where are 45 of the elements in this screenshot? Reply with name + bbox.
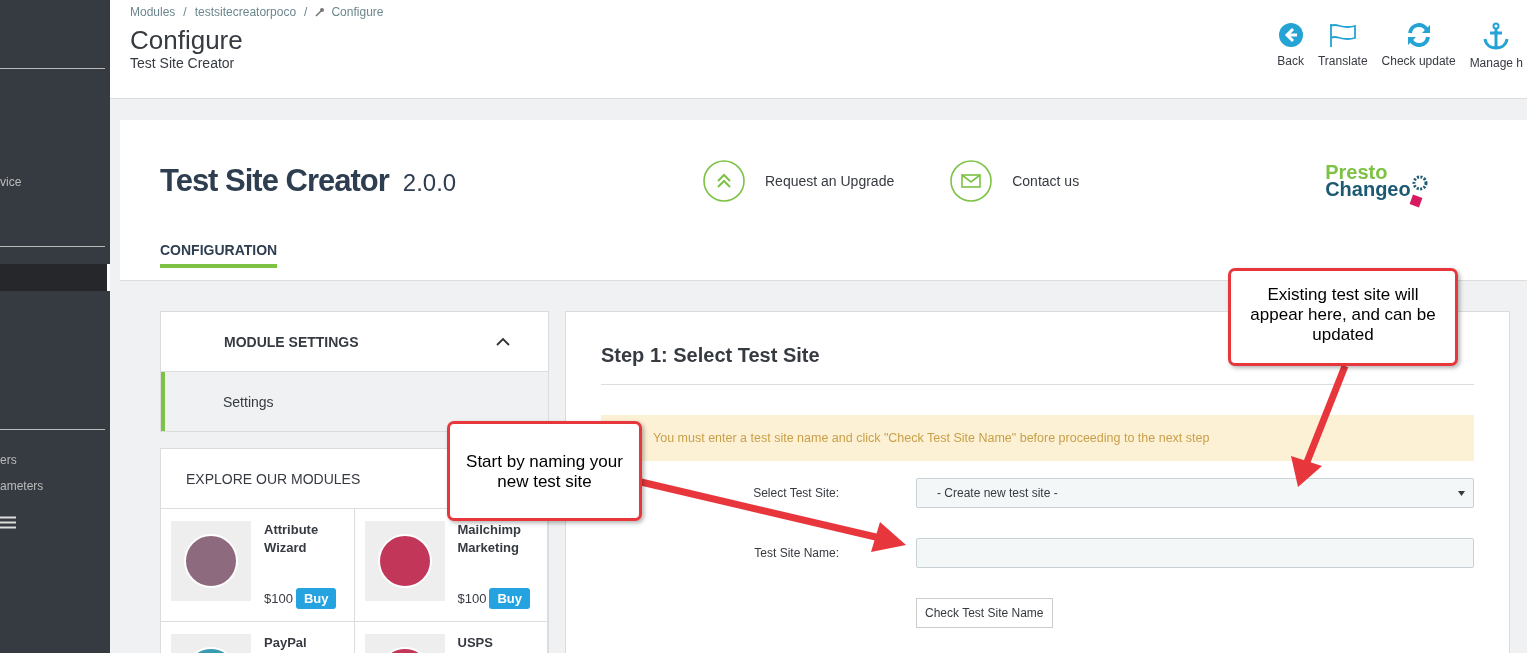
input-field[interactable] [916,538,1474,568]
logo-text: Changeo [1325,181,1411,198]
breadcrumb-separator: / [183,5,187,19]
header-link[interactable]: Request an Upgrade [703,160,895,202]
breadcrumb-link[interactable]: testsitecreatorpoco [194,5,297,19]
module-title: USPS [457,634,494,652]
wrench-icon [315,7,326,17]
sidebar-item[interactable] [0,264,110,291]
check-button[interactable]: Check Test Site Name [916,598,1053,628]
module-title: PayPal [264,634,308,652]
toolbar-button[interactable]: Translate [1314,22,1372,98]
anchor-icon [1482,22,1511,50]
field-label: Select Test Site: [753,486,839,500]
toolbar-button[interactable]: Back [1273,22,1308,98]
chevrons-up-icon [703,160,745,202]
select-field[interactable]: - Create new test site - [916,478,1474,508]
logo-text: Presto [1325,164,1388,181]
price: $100 [457,591,487,606]
toolbar-button[interactable]: Check update [1377,22,1460,98]
page-subtitle: Test Site Creator [130,55,236,71]
breadcrumb-link[interactable]: Configure [331,5,384,19]
price: $100 [264,591,293,606]
module-title: Attribute Wizard [264,521,320,557]
sidebar-item[interactable]: ameters [0,478,110,494]
refresh-icon [1405,22,1432,48]
tab[interactable]: CONFIGURATION [160,242,278,268]
page-title: Configure [130,25,244,55]
breadcrumb-link[interactable]: Modules [130,5,176,19]
module-version: 2.0.0 [402,169,457,197]
gear-icon [1410,174,1429,192]
module-name: Test Site Creator [160,163,389,199]
header-link[interactable]: Contact us [950,160,1080,202]
flag-icon [1328,22,1357,48]
sidebar-item[interactable]: vice [0,174,110,190]
sidebar-item[interactable]: ers [0,452,110,468]
module-title: Mailchimp Marketing [457,521,523,557]
menu-icon[interactable] [0,516,16,529]
envelope-icon [950,160,993,202]
menu-item[interactable]: Settings [161,372,548,431]
breadcrumb-separator: / [304,5,308,19]
tag-icon [1408,194,1423,208]
callout: Existing test site will appear here, and can be updated [1228,268,1458,366]
caret-icon [1458,490,1465,496]
field-label: Test Site Name: [754,546,839,560]
toolbar-button[interactable]: Manage h [1465,22,1527,98]
